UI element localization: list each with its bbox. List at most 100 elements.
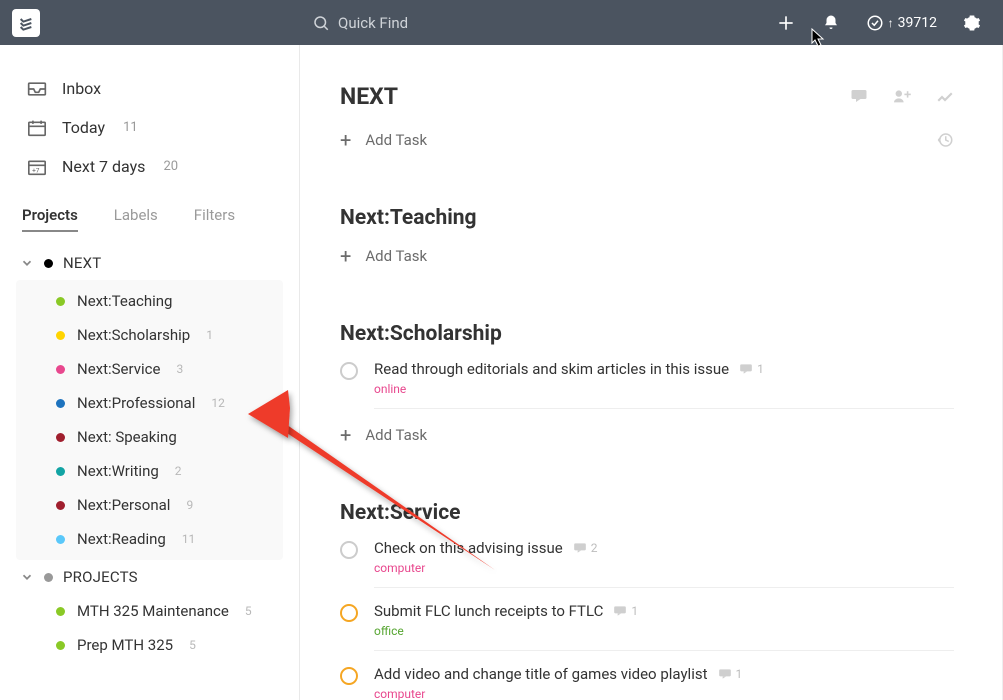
tab-labels[interactable]: Labels [114, 206, 158, 232]
search-input[interactable]: Quick Find [312, 14, 776, 32]
project-dot [56, 433, 65, 442]
bell-icon[interactable] [822, 14, 840, 32]
sidebar-item-count: 20 [163, 159, 178, 174]
project-count: 12 [211, 396, 225, 410]
task-tag[interactable]: office [374, 624, 954, 638]
task-checkbox[interactable] [340, 362, 358, 380]
comment-icon[interactable] [850, 88, 868, 104]
project-group-label: PROJECTS [63, 568, 138, 586]
section-title: Next:Teaching [340, 206, 954, 230]
comment-icon [613, 605, 627, 617]
project-item[interactable]: Next:Professional 12 [16, 386, 283, 420]
task-comment-badge[interactable]: 1 [739, 362, 764, 376]
comment-icon [739, 363, 753, 375]
task-comment-badge[interactable]: 1 [613, 604, 638, 618]
project-label: MTH 325 Maintenance [77, 602, 229, 620]
task-comment-badge[interactable]: 1 [718, 667, 743, 681]
project-dot [44, 259, 53, 268]
gear-icon[interactable] [963, 14, 981, 32]
task-row[interactable]: Read through editorials and skim article… [340, 346, 954, 409]
project-item[interactable]: Next:Service 3 [16, 352, 283, 386]
task-comment-count: 1 [631, 604, 638, 618]
task-tag[interactable]: computer [374, 561, 954, 575]
task-title: Check on this advising issue [374, 539, 563, 557]
project-item[interactable]: Next:Writing 2 [16, 454, 283, 488]
tools-icon[interactable] [936, 88, 954, 106]
add-task-button[interactable]: + Add Task [340, 409, 954, 465]
project-dot [56, 399, 65, 408]
comment-icon [573, 542, 587, 554]
sidebar: Inbox Today 11 +7 Next 7 days 20 Project… [0, 45, 300, 700]
project-count: 2 [175, 464, 182, 478]
project-count: 11 [182, 532, 196, 546]
project-item[interactable]: Next:Scholarship 1 [16, 318, 283, 352]
project-count: 5 [245, 604, 252, 618]
project-dot [56, 501, 65, 510]
calendar-icon [27, 119, 47, 137]
project-count: 5 [189, 638, 196, 652]
sidebar-item-inbox[interactable]: Inbox [16, 69, 283, 108]
task-comment-count: 1 [736, 667, 743, 681]
project-label: Next:Writing [77, 462, 159, 480]
project-dot [56, 535, 65, 544]
sidebar-item-label: Today [62, 118, 105, 137]
task-tag[interactable]: computer [374, 687, 954, 700]
inbox-icon [27, 81, 47, 97]
add-task-label: Add Task [365, 131, 427, 149]
add-task-button[interactable]: +Add Task [340, 230, 954, 286]
plus-icon: + [340, 423, 351, 447]
task-checkbox[interactable] [340, 604, 358, 622]
add-task-label: Add Task [365, 426, 427, 444]
sidebar-tabs: Projects Labels Filters [16, 206, 283, 232]
project-dot [56, 297, 65, 306]
topbar-actions: ↑ 39712 [776, 13, 991, 33]
task-checkbox[interactable] [340, 541, 358, 559]
karma-icon [866, 14, 884, 32]
section-title: Next:Scholarship [340, 322, 954, 346]
project-label: Next:Scholarship [77, 326, 190, 344]
project-group-header[interactable]: PROJECTS [16, 560, 283, 594]
task-title: Add video and change title of games vide… [374, 665, 708, 683]
add-icon[interactable] [776, 13, 796, 33]
chevron-down-icon [20, 256, 34, 270]
project-label: Next:Service [77, 360, 160, 378]
sidebar-item-next7[interactable]: +7 Next 7 days 20 [16, 147, 283, 186]
project-group-header[interactable]: NEXT [16, 246, 283, 280]
project-count: 9 [186, 498, 193, 512]
share-icon[interactable] [892, 88, 912, 104]
section-title: Next:Service [340, 501, 954, 525]
task-row[interactable]: Check on this advising issue 2 computer [340, 525, 954, 588]
task-row[interactable]: Add video and change title of games vide… [340, 651, 954, 700]
history-icon[interactable] [936, 131, 954, 149]
calendar7-icon: +7 [27, 158, 47, 176]
sidebar-item-label: Inbox [62, 79, 101, 98]
project-item[interactable]: MTH 325 Maintenance 5 [16, 594, 283, 628]
project-group-label: NEXT [63, 254, 101, 272]
karma-count: 39712 [898, 15, 937, 31]
tab-projects[interactable]: Projects [22, 206, 78, 232]
task-checkbox[interactable] [340, 667, 358, 685]
project-item[interactable]: Prep MTH 325 5 [16, 628, 283, 662]
add-task-button[interactable]: + Add Task [340, 110, 954, 170]
project-label: Next:Teaching [77, 292, 172, 310]
project-item[interactable]: Next:Teaching [16, 284, 283, 318]
task-comment-count: 1 [757, 362, 764, 376]
project-item[interactable]: Next:Reading 11 [16, 522, 283, 556]
task-comment-badge[interactable]: 2 [573, 541, 598, 555]
chevron-down-icon [20, 570, 34, 584]
project-label: Next: Speaking [77, 428, 177, 446]
svg-text:+7: +7 [32, 166, 40, 174]
sidebar-item-today[interactable]: Today 11 [16, 108, 283, 147]
tab-filters[interactable]: Filters [194, 206, 235, 232]
task-title: Submit FLC lunch receipts to FTLC [374, 602, 603, 620]
task-tag[interactable]: online [374, 382, 954, 396]
project-item[interactable]: Next:Personal 9 [16, 488, 283, 522]
task-row[interactable]: Submit FLC lunch receipts to FTLC 1 offi… [340, 588, 954, 651]
project-dot [44, 573, 53, 582]
app-logo[interactable] [12, 9, 40, 37]
add-task-label: Add Task [365, 247, 427, 265]
karma-indicator[interactable]: ↑ 39712 [866, 14, 937, 32]
page-title: NEXT [340, 83, 850, 110]
project-item[interactable]: Next: Speaking [16, 420, 283, 454]
project-dot [56, 467, 65, 476]
